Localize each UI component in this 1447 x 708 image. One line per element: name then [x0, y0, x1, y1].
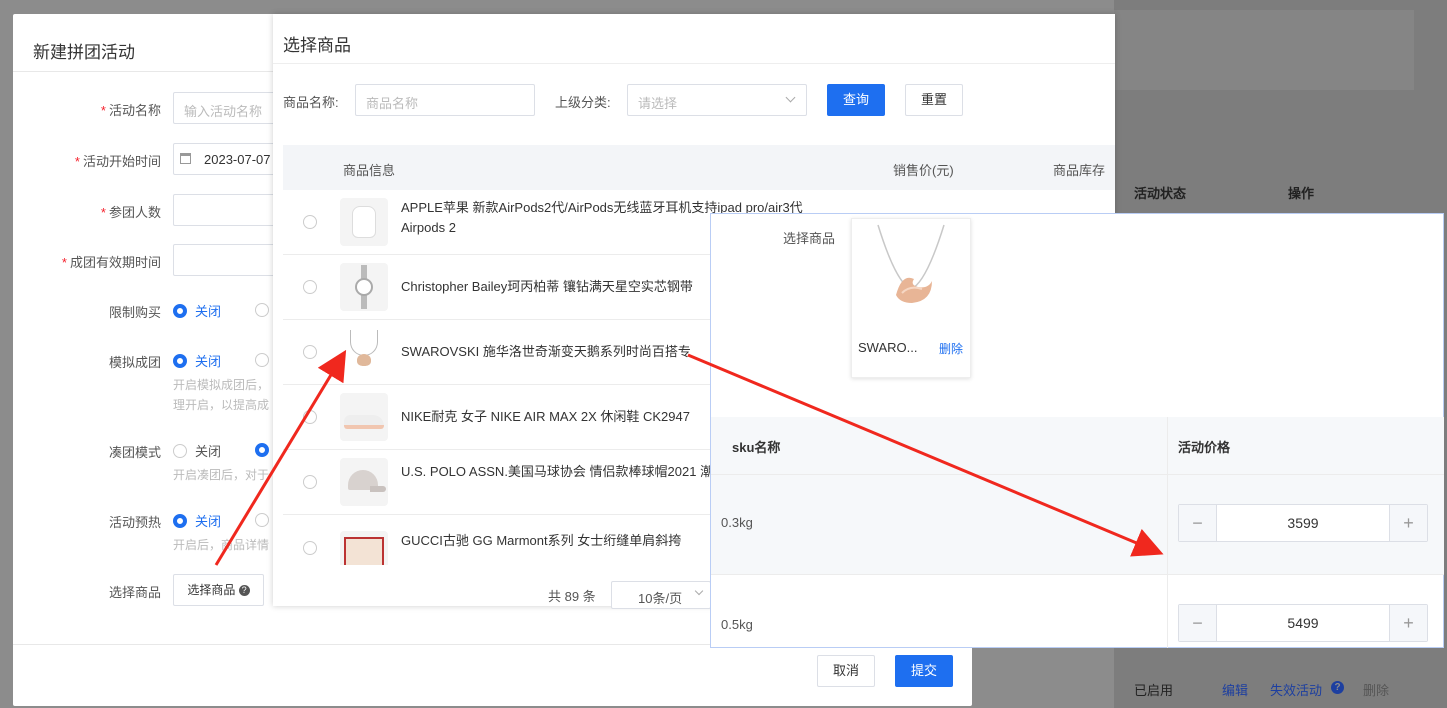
radio-icon — [255, 352, 269, 367]
plus-button[interactable]: + — [1389, 605, 1427, 641]
background-filter-area — [1114, 10, 1414, 90]
cancel-button[interactable]: 取消 — [817, 655, 875, 687]
valid-time-input[interactable] — [173, 244, 283, 276]
radio-icon — [255, 512, 269, 527]
row-radio[interactable] — [303, 215, 317, 229]
chevron-down-icon — [694, 586, 704, 596]
price-value[interactable]: 5499 — [1217, 605, 1389, 641]
chevron-down-icon — [785, 92, 796, 103]
radio-icon — [173, 443, 187, 458]
row-radio[interactable] — [303, 280, 317, 294]
delete-link[interactable]: 删除 — [1363, 680, 1389, 699]
price-stepper[interactable]: − 5499 + — [1178, 604, 1428, 642]
column-header-ops: 操作 — [1288, 186, 1315, 201]
airpods-thumbnail — [340, 198, 388, 246]
gather-mode-off-radio[interactable]: 关闭 — [173, 441, 221, 460]
selected-product-name: SWARO... — [858, 340, 918, 355]
help-icon: ? — [1331, 681, 1344, 694]
selected-product-card: SWARO... 删除 — [851, 218, 971, 378]
table-row: 0.3kg − 3599 + — [711, 475, 1444, 575]
purchase-limit-label: 限制购买 — [108, 305, 161, 320]
edit-link[interactable]: 编辑 — [1222, 680, 1248, 699]
row-status: 已启用 — [1134, 683, 1174, 698]
category-select[interactable]: 请选择 — [627, 84, 807, 116]
gather-mode-on-radio[interactable] — [255, 441, 269, 457]
shoes-thumbnail — [340, 393, 388, 441]
column-header-status: 活动状态 — [1134, 186, 1187, 201]
row-radio[interactable] — [303, 475, 317, 489]
product-name-label: 商品名称: — [283, 95, 339, 110]
disable-activity-link[interactable]: 失效活动 — [1270, 680, 1322, 699]
radio-icon — [173, 513, 187, 528]
column-activity-price: 活动价格 — [1178, 440, 1231, 455]
preheat-on-radio[interactable] — [255, 511, 269, 527]
simulate-group-on-radio[interactable] — [255, 351, 269, 367]
query-button[interactable]: 查询 — [827, 84, 885, 116]
table-row: 0.5kg − 5499 + — [711, 575, 1444, 648]
start-time-input[interactable]: 2023-07-07 — [173, 143, 283, 175]
simulate-group-off-radio[interactable]: 关闭 — [173, 351, 221, 370]
plus-button[interactable]: + — [1389, 505, 1427, 541]
sku-price-panel: 选择商品 SWARO... 删除 sku名称 活动价格 0.3kg − 3599… — [710, 213, 1444, 648]
purchase-limit-off-radio[interactable]: 关闭 — [173, 301, 221, 320]
purchase-limit-on-radio[interactable] — [255, 301, 269, 317]
preheat-hint: 开启后，商品详情 — [173, 538, 270, 552]
row-radio[interactable] — [303, 410, 317, 424]
category-label: 上级分类: — [555, 95, 611, 110]
submit-button[interactable]: 提交 — [895, 655, 953, 687]
table-header: 商品信息 销售价(元) 商品库存 — [283, 145, 1115, 190]
help-icon: ? — [238, 585, 250, 597]
radio-icon — [255, 442, 269, 457]
cap-thumbnail — [340, 458, 388, 506]
page-size-select[interactable]: 10条/页 — [611, 581, 711, 609]
column-stock: 商品库存 — [1053, 163, 1106, 178]
radio-icon — [173, 353, 187, 368]
dialog-title: 选择商品 — [283, 36, 351, 55]
selected-product-label: 选择商品 — [783, 231, 836, 246]
preheat-label: 活动预热 — [108, 515, 161, 530]
minus-button[interactable]: − — [1179, 605, 1217, 641]
sku-name: 0.3kg — [721, 515, 753, 530]
watch-thumbnail — [340, 263, 388, 311]
necklace-image — [866, 223, 956, 311]
activity-name-label: * 活动名称 — [100, 103, 161, 118]
simulate-hint-line2: 理开启，以提高成 — [173, 398, 270, 412]
row-radio[interactable] — [303, 345, 317, 359]
sku-table-header: sku名称 活动价格 — [711, 417, 1444, 475]
column-price: 销售价(元) — [893, 163, 954, 178]
group-size-label: * 参团人数 — [100, 205, 161, 220]
gather-mode-label: 凑团模式 — [108, 445, 161, 460]
dialog-title: 新建拼团活动 — [33, 43, 135, 62]
valid-time-label: * 成团有效期时间 — [61, 255, 161, 270]
activity-name-input[interactable]: 输入活动名称 — [173, 92, 283, 124]
sku-name: 0.5kg — [721, 617, 753, 632]
minus-button[interactable]: − — [1179, 505, 1217, 541]
row-radio[interactable] — [303, 541, 317, 555]
start-time-label: * 活动开始时间 — [74, 154, 161, 169]
gather-hint: 开启凑团后，对于 — [173, 468, 270, 482]
divider — [273, 63, 1115, 64]
select-product-label: 选择商品 — [108, 585, 161, 600]
necklace-thumbnail — [340, 328, 388, 376]
simulate-group-label: 模拟成团 — [108, 355, 161, 370]
preheat-off-radio[interactable]: 关闭 — [173, 511, 221, 530]
group-size-input[interactable] — [173, 194, 283, 226]
column-info: 商品信息 — [343, 163, 396, 178]
radio-icon — [173, 303, 187, 318]
column-sku: sku名称 — [732, 440, 781, 455]
remove-product-link[interactable]: 删除 — [939, 340, 963, 357]
simulate-hint-line1: 开启模拟成团后， — [173, 378, 270, 392]
price-stepper[interactable]: − 3599 + — [1178, 504, 1428, 542]
bag-thumbnail — [340, 531, 388, 565]
calendar-icon — [180, 153, 191, 164]
product-name-input[interactable]: 商品名称 — [355, 84, 535, 116]
select-product-button[interactable]: 选择商品 ? — [173, 574, 264, 606]
price-value[interactable]: 3599 — [1217, 505, 1389, 541]
reset-button[interactable]: 重置 — [905, 84, 963, 116]
radio-icon — [255, 302, 269, 317]
pagination-total: 共 89 条 — [548, 589, 596, 604]
